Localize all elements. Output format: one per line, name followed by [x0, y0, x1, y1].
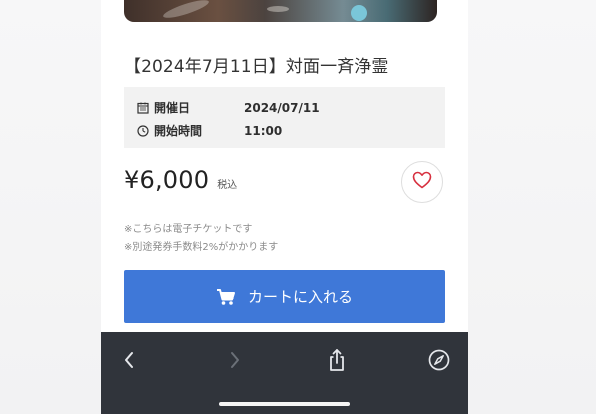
event-date-value: 2024/07/11 [244, 100, 320, 115]
price-amount: ¥6,000 [124, 166, 210, 194]
add-to-cart-button[interactable]: カートに入れる [124, 270, 445, 323]
back-button[interactable] [115, 348, 143, 376]
price-block: ¥6,000 税込 [124, 166, 237, 194]
browser-toolbar [101, 332, 468, 414]
event-time-label: 開始時間 [154, 124, 203, 138]
ticket-notes: ※こちらは電子チケットです ※別途発券手数料2%がかかります [124, 221, 278, 257]
compass-icon [428, 349, 450, 375]
event-time-value: 11:00 [244, 123, 283, 138]
favorite-button[interactable] [401, 161, 443, 203]
forward-button[interactable] [221, 348, 249, 376]
compass-button[interactable] [425, 348, 453, 376]
event-title: 【2024年7月11日】対面一斉浄霊 [124, 57, 389, 77]
home-indicator[interactable] [219, 402, 350, 406]
tax-label: 税込 [217, 180, 238, 191]
cart-icon [216, 288, 236, 306]
forward-icon [229, 350, 241, 374]
clock-icon [136, 124, 150, 138]
event-image-detail [267, 6, 289, 12]
ticket-note: ※こちらは電子チケットです [124, 224, 253, 235]
share-button[interactable] [323, 348, 351, 376]
event-image [124, 0, 437, 22]
event-date-row: 開催日 2024/07/11 [136, 99, 320, 116]
event-time-row: 開始時間 11:00 [136, 122, 282, 139]
event-info-box: 開催日 2024/07/11 開始時間 11:00 [124, 87, 445, 148]
event-date-label: 開催日 [154, 101, 191, 115]
ticket-note: ※別途発券手数料2%がかかります [124, 242, 279, 253]
calendar-icon [136, 101, 150, 115]
share-icon [327, 348, 347, 376]
heart-icon [412, 171, 432, 193]
mobile-screen: 【2024年7月11日】対面一斉浄霊 開催日 2024/07/11 開始時間 1… [101, 0, 468, 414]
event-image-detail [161, 0, 211, 22]
event-image-detail [351, 5, 367, 21]
add-to-cart-label: カートに入れる [247, 288, 353, 306]
back-icon [123, 350, 135, 374]
